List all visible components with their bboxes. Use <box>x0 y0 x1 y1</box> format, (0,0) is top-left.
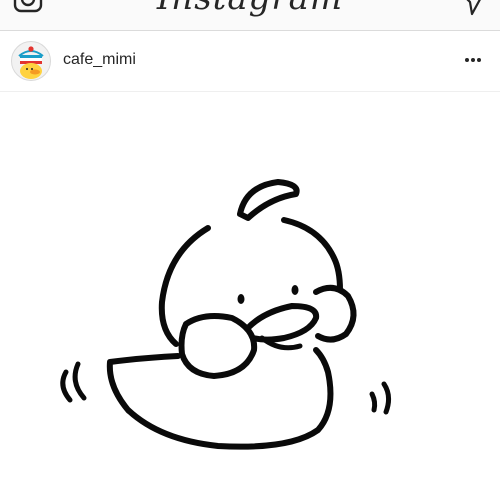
duck-illustration <box>60 179 392 450</box>
more-options-icon[interactable] <box>458 49 488 71</box>
direct-message-icon[interactable] <box>458 0 486 16</box>
instagram-feed-screen: Instagram cafe_mimi <box>0 0 500 500</box>
app-logo: Instagram <box>0 0 500 18</box>
top-navigation-bar: Instagram <box>0 0 500 31</box>
duck-left-eye <box>237 294 245 304</box>
post-header: cafe_mimi <box>0 31 500 92</box>
motion-lines-right <box>369 391 378 413</box>
avatar[interactable] <box>11 41 51 81</box>
duck-beak <box>243 303 320 343</box>
duck-right-eye <box>291 285 299 295</box>
motion-lines-left <box>60 369 73 403</box>
duck-tuft <box>237 179 300 221</box>
duck-right-cheek <box>313 284 357 343</box>
duck-left-cheek <box>178 313 258 379</box>
post-image[interactable] <box>0 92 500 500</box>
username[interactable]: cafe_mimi <box>63 51 136 69</box>
